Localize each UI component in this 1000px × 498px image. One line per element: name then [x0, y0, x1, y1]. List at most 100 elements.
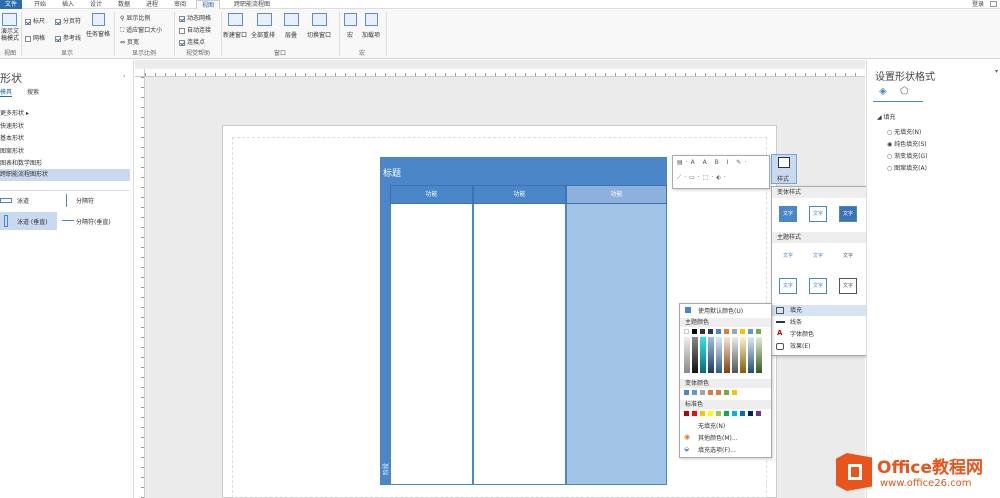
zoom-button[interactable]: ⚲ 显示比例 [120, 13, 150, 22]
style-button[interactable]: 样式 [771, 154, 797, 184]
fill-options-button[interactable]: 填充选项(F)... [698, 445, 736, 454]
more-shapes-item[interactable]: 更多形状 ▸ [0, 108, 29, 117]
color-swatch[interactable] [716, 390, 721, 395]
no-fill-radio[interactable]: ○ 无填充(N) [887, 127, 921, 136]
tab-insert[interactable]: 插入 [56, 0, 80, 9]
color-swatch[interactable] [748, 411, 753, 416]
separator-vertical-label[interactable]: 分隔符(垂直) [76, 217, 111, 226]
fit-window-button[interactable]: ⛶ 适应窗口大小 [120, 25, 162, 35]
tab-process[interactable]: 进程 [140, 0, 164, 9]
style-tile[interactable]: 文字 [839, 248, 857, 264]
fill-line-icon[interactable]: ◈ [879, 86, 887, 97]
color-swatch[interactable] [684, 329, 689, 334]
new-window-button[interactable]: 新建窗口 [223, 30, 247, 39]
stencil-item[interactable]: 基本形状 [0, 133, 24, 142]
presentation-icon[interactable] [2, 13, 17, 26]
tab-crossfunctional[interactable]: 跨职能流程图 [226, 0, 278, 9]
swimlane-container[interactable]: 标题 阶段 功能 功能 功能 [380, 157, 667, 485]
color-swatch[interactable] [740, 411, 745, 416]
color-swatch[interactable] [692, 411, 697, 416]
no-fill-button[interactable]: 无填充(N) [698, 421, 725, 430]
color-swatch[interactable] [708, 390, 713, 395]
stencil-item-selected[interactable]: 跨职能流程图形状 [0, 169, 130, 181]
guides-checkbox[interactable]: 参考线 [55, 33, 81, 42]
tab-design[interactable]: 设计 [84, 0, 108, 9]
style-tile[interactable]: 文字 [839, 206, 857, 222]
color-swatch[interactable] [732, 411, 737, 416]
lane[interactable] [390, 185, 473, 485]
swimlane-title[interactable]: 标题 [383, 166, 401, 179]
color-swatch[interactable] [700, 390, 705, 395]
lane-header-selected[interactable]: 功能 [566, 185, 667, 204]
color-swatch[interactable] [716, 329, 721, 334]
user-icon[interactable] [990, 1, 997, 7]
more-colors-button[interactable]: 其他颜色(M)... [698, 433, 738, 442]
pagebreaks-checkbox[interactable]: 分页符 [55, 16, 81, 25]
color-swatch[interactable] [732, 329, 737, 334]
gradient-fill-radio[interactable]: ○ 渐变填充(G) [887, 151, 928, 160]
lane-header[interactable]: 功能 [473, 185, 566, 204]
effects-pentagon-icon[interactable]: ⬠ [900, 86, 909, 97]
color-swatch[interactable] [724, 390, 729, 395]
arrange-all-icon[interactable] [257, 13, 272, 26]
color-swatch[interactable] [700, 411, 705, 416]
pin-icon[interactable]: ▾ [995, 68, 1000, 75]
cascade-icon[interactable] [284, 13, 299, 26]
stencil-item[interactable]: 图表和数学图形 [0, 158, 42, 167]
standard-color-row[interactable] [684, 411, 768, 417]
macros-button[interactable]: 宏 [347, 30, 353, 39]
style-tile[interactable]: 文字 [809, 206, 827, 222]
style-tile[interactable]: 文字 [779, 248, 797, 264]
color-swatch[interactable] [724, 329, 729, 334]
color-swatch[interactable] [692, 390, 697, 395]
tab-review[interactable]: 审阅 [168, 0, 192, 9]
variant-color-row[interactable] [684, 390, 768, 396]
tab-view[interactable]: 视图 [196, 0, 220, 9]
color-swatch[interactable] [756, 411, 761, 416]
swimlane-shape-label[interactable]: 泳道 [17, 196, 29, 205]
tab-data[interactable]: 数据 [112, 0, 136, 9]
login-link[interactable]: 登录 [968, 0, 988, 9]
color-swatch[interactable] [732, 390, 737, 395]
taskpane-icon[interactable] [92, 13, 105, 26]
tab-file[interactable]: 文件 [0, 0, 22, 9]
color-swatch[interactable] [684, 411, 689, 416]
font-format-buttons[interactable]: ▤·A A B I ✎· [677, 159, 749, 166]
tab-stencils[interactable]: 模具 [0, 87, 13, 97]
separator-vertical-icon[interactable] [62, 220, 74, 221]
switch-windows-icon[interactable] [312, 13, 327, 26]
style-tile[interactable]: 文字 [779, 278, 797, 294]
addons-button[interactable]: 加载项 [362, 30, 380, 39]
arrange-all-button[interactable]: 全部重排 [251, 30, 275, 39]
color-swatch[interactable] [716, 411, 721, 416]
color-swatch[interactable] [692, 329, 697, 334]
addons-icon[interactable] [365, 13, 378, 26]
lane-header[interactable]: 功能 [390, 185, 473, 204]
presentation-mode-button[interactable]: 演示文稿模式 [0, 28, 20, 42]
new-window-icon[interactable] [228, 13, 243, 26]
color-swatch[interactable] [748, 329, 753, 334]
macros-icon[interactable] [344, 13, 357, 26]
stencil-item[interactable]: 图案形状 [0, 146, 24, 155]
pattern-fill-radio[interactable]: ○ 图案填充(A) [887, 163, 927, 172]
color-swatch[interactable] [700, 329, 705, 334]
style-tile[interactable]: 文字 [779, 206, 797, 222]
tab-home[interactable]: 开始 [28, 0, 52, 9]
color-swatch[interactable] [708, 411, 713, 416]
grid-checkbox[interactable]: 网格 [25, 33, 45, 42]
color-swatch[interactable] [684, 390, 689, 395]
dynamic-grid-checkbox[interactable]: 动态网格 [179, 13, 211, 22]
page-width-button[interactable]: ⇔ 页宽 [120, 37, 139, 46]
solid-fill-radio[interactable]: ◉ 纯色填充(S) [887, 139, 927, 148]
collapse-chevron-icon[interactable]: ‹ [123, 73, 125, 80]
color-swatch[interactable] [724, 411, 729, 416]
shape-format-buttons[interactable]: ⟋·▭·⬚·⬖· [677, 174, 729, 182]
fill-section-header[interactable]: ◢ 填充 [877, 112, 896, 121]
switch-windows-button[interactable]: 切换窗口 [307, 30, 331, 39]
color-swatch[interactable] [740, 329, 745, 334]
style-tile[interactable]: 文字 [809, 248, 827, 264]
phase-bar[interactable] [380, 185, 390, 485]
lane-selected[interactable] [566, 185, 667, 485]
ruler-checkbox[interactable]: 标尺 [25, 16, 45, 25]
separator-shape-label[interactable]: 分隔符 [76, 196, 94, 205]
